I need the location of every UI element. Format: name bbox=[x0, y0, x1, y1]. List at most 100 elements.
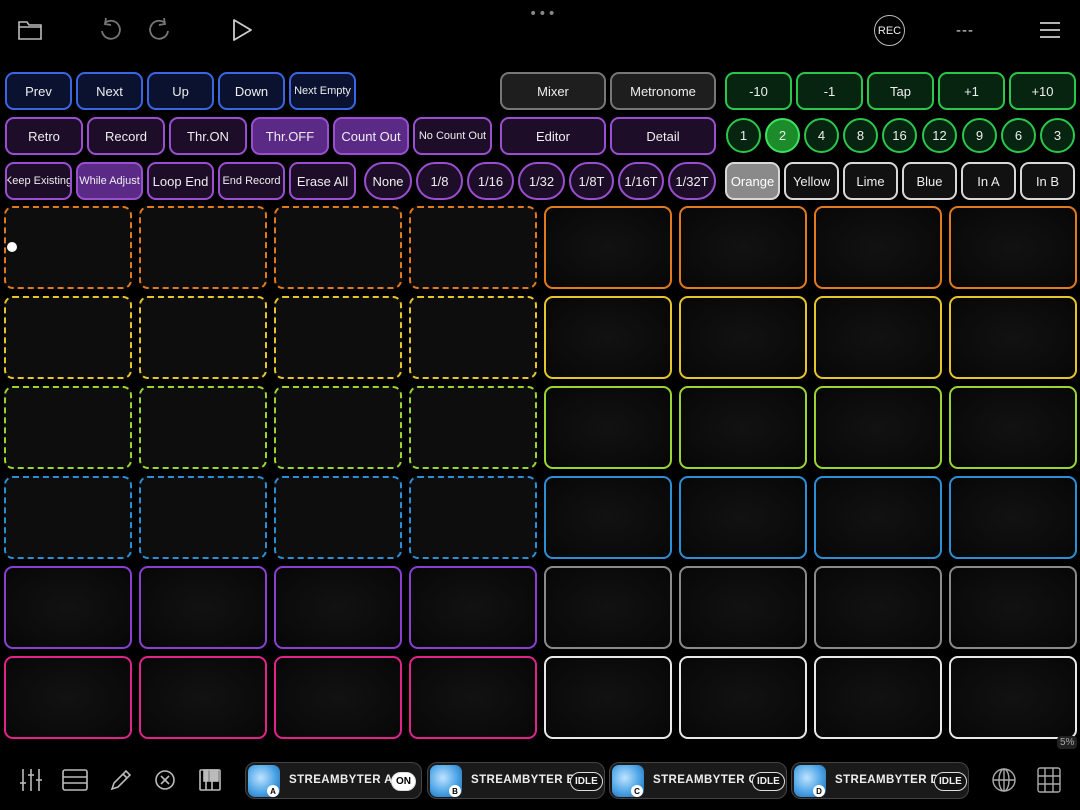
erase-all-button[interactable]: Erase All bbox=[289, 162, 356, 200]
color-yellow-button[interactable]: Yellow bbox=[784, 162, 839, 200]
loop-pad[interactable] bbox=[949, 296, 1077, 379]
loop-pad[interactable] bbox=[139, 386, 267, 469]
editor-button[interactable]: Editor bbox=[500, 117, 606, 155]
color-lime-button[interactable]: Lime bbox=[843, 162, 898, 200]
loop-pad[interactable] bbox=[544, 206, 672, 289]
loop-pad[interactable] bbox=[949, 206, 1077, 289]
quantize-1-32-button[interactable]: 1/32 bbox=[518, 162, 565, 200]
next-button[interactable]: Next bbox=[76, 72, 143, 110]
quantize-1-8-button[interactable]: 1/8 bbox=[416, 162, 463, 200]
keep-existing-button[interactable]: Keep Existing bbox=[5, 162, 72, 200]
loop-pad[interactable] bbox=[409, 296, 537, 379]
quantize-1-32t-button[interactable]: 1/32T bbox=[668, 162, 716, 200]
loop-pad[interactable] bbox=[814, 386, 942, 469]
bars-6-button[interactable]: 6 bbox=[1001, 118, 1036, 153]
threshold-off-button[interactable]: Thr.OFF bbox=[251, 117, 329, 155]
down-button[interactable]: Down bbox=[218, 72, 285, 110]
list-icon[interactable] bbox=[61, 766, 89, 794]
loop-pad[interactable] bbox=[409, 566, 537, 649]
loop-pad[interactable] bbox=[4, 656, 132, 739]
prev-button[interactable]: Prev bbox=[5, 72, 72, 110]
loop-pad[interactable] bbox=[274, 566, 402, 649]
loop-pad[interactable] bbox=[274, 386, 402, 469]
loop-pad[interactable] bbox=[139, 296, 267, 379]
while-adjust-button[interactable]: While Adjust bbox=[76, 162, 143, 200]
loop-pad[interactable] bbox=[409, 476, 537, 559]
no-count-out-button[interactable]: No Count Out bbox=[413, 117, 492, 155]
record-button[interactable]: REC bbox=[874, 15, 905, 46]
retro-button[interactable]: Retro bbox=[5, 117, 83, 155]
loop-pad[interactable] bbox=[679, 386, 807, 469]
window-grabber[interactable]: ••• bbox=[529, 6, 557, 22]
bars-2-button[interactable]: 2 bbox=[765, 118, 800, 153]
quantize-1-16t-button[interactable]: 1/16T bbox=[618, 162, 664, 200]
input-a-button[interactable]: In A bbox=[961, 162, 1016, 200]
tap-tempo-button[interactable]: Tap bbox=[867, 72, 934, 110]
end-record-button[interactable]: End Record bbox=[218, 162, 285, 200]
tempo-minus-1-button[interactable]: -1 bbox=[796, 72, 863, 110]
loop-pad[interactable] bbox=[139, 566, 267, 649]
loop-pad[interactable] bbox=[949, 566, 1077, 649]
mixer-button[interactable]: Mixer bbox=[500, 72, 606, 110]
loop-pad[interactable] bbox=[274, 206, 402, 289]
loop-pad[interactable] bbox=[4, 206, 132, 289]
redo-icon[interactable] bbox=[144, 14, 176, 46]
input-b-button[interactable]: In B bbox=[1020, 162, 1075, 200]
menu-icon[interactable] bbox=[1034, 14, 1066, 46]
quantize-none-button[interactable]: None bbox=[364, 162, 412, 200]
loop-pad[interactable] bbox=[139, 476, 267, 559]
quantize-1-8t-button[interactable]: 1/8T bbox=[569, 162, 614, 200]
loop-pad[interactable] bbox=[409, 656, 537, 739]
bars-4-button[interactable]: 4 bbox=[804, 118, 839, 153]
undo-icon[interactable] bbox=[94, 14, 126, 46]
plugin-slot-a[interactable]: A STREAMBYTER A ON bbox=[245, 762, 422, 799]
bars-16-button[interactable]: 16 bbox=[882, 118, 917, 153]
metronome-button[interactable]: Metronome bbox=[610, 72, 716, 110]
plugin-state-badge[interactable]: IDLE bbox=[570, 772, 603, 791]
mixer-sliders-icon[interactable] bbox=[17, 766, 45, 794]
loop-pad[interactable] bbox=[679, 206, 807, 289]
globe-icon[interactable] bbox=[990, 766, 1018, 794]
plugin-slot-d[interactable]: D STREAMBYTER D IDLE bbox=[791, 762, 969, 799]
loop-pad[interactable] bbox=[409, 206, 537, 289]
plugin-state-badge[interactable]: ON bbox=[391, 772, 416, 791]
plugin-state-badge[interactable]: IDLE bbox=[934, 772, 967, 791]
tempo-plus-1-button[interactable]: +1 bbox=[938, 72, 1005, 110]
loop-pad[interactable] bbox=[139, 206, 267, 289]
loop-pad[interactable] bbox=[814, 296, 942, 379]
loop-pad[interactable] bbox=[274, 656, 402, 739]
loop-pad[interactable] bbox=[4, 386, 132, 469]
plugin-slot-b[interactable]: B STREAMBYTER B IDLE bbox=[427, 762, 605, 799]
plugin-slot-c[interactable]: C STREAMBYTER C IDLE bbox=[609, 762, 787, 799]
loop-pad[interactable] bbox=[4, 476, 132, 559]
record-mode-button[interactable]: Record bbox=[87, 117, 165, 155]
pencil-icon[interactable] bbox=[107, 766, 135, 794]
loop-pad[interactable] bbox=[679, 656, 807, 739]
loop-end-button[interactable]: Loop End bbox=[147, 162, 214, 200]
plugin-state-badge[interactable]: IDLE bbox=[752, 772, 785, 791]
loop-pad[interactable] bbox=[139, 656, 267, 739]
loop-pad[interactable] bbox=[949, 656, 1077, 739]
loop-pad[interactable] bbox=[544, 566, 672, 649]
threshold-on-button[interactable]: Thr.ON bbox=[169, 117, 247, 155]
loop-pad[interactable] bbox=[544, 476, 672, 559]
detail-button[interactable]: Detail bbox=[610, 117, 716, 155]
quantize-1-16-button[interactable]: 1/16 bbox=[467, 162, 514, 200]
loop-pad[interactable] bbox=[409, 386, 537, 469]
count-out-button[interactable]: Count Out bbox=[333, 117, 409, 155]
bars-1-button[interactable]: 1 bbox=[726, 118, 761, 153]
color-orange-button[interactable]: Orange bbox=[725, 162, 780, 200]
loop-pad[interactable] bbox=[814, 656, 942, 739]
bars-12-button[interactable]: 12 bbox=[922, 118, 957, 153]
play-icon[interactable] bbox=[226, 14, 258, 46]
loop-pad[interactable] bbox=[544, 656, 672, 739]
tempo-minus-10-button[interactable]: -10 bbox=[725, 72, 792, 110]
close-circle-icon[interactable] bbox=[151, 766, 179, 794]
patch-bay-icon[interactable] bbox=[1035, 766, 1063, 794]
next-empty-button[interactable]: Next Empty bbox=[289, 72, 356, 110]
loop-pad[interactable] bbox=[4, 296, 132, 379]
loop-pad[interactable] bbox=[679, 296, 807, 379]
loop-pad[interactable] bbox=[814, 476, 942, 559]
loop-pad[interactable] bbox=[814, 206, 942, 289]
up-button[interactable]: Up bbox=[147, 72, 214, 110]
